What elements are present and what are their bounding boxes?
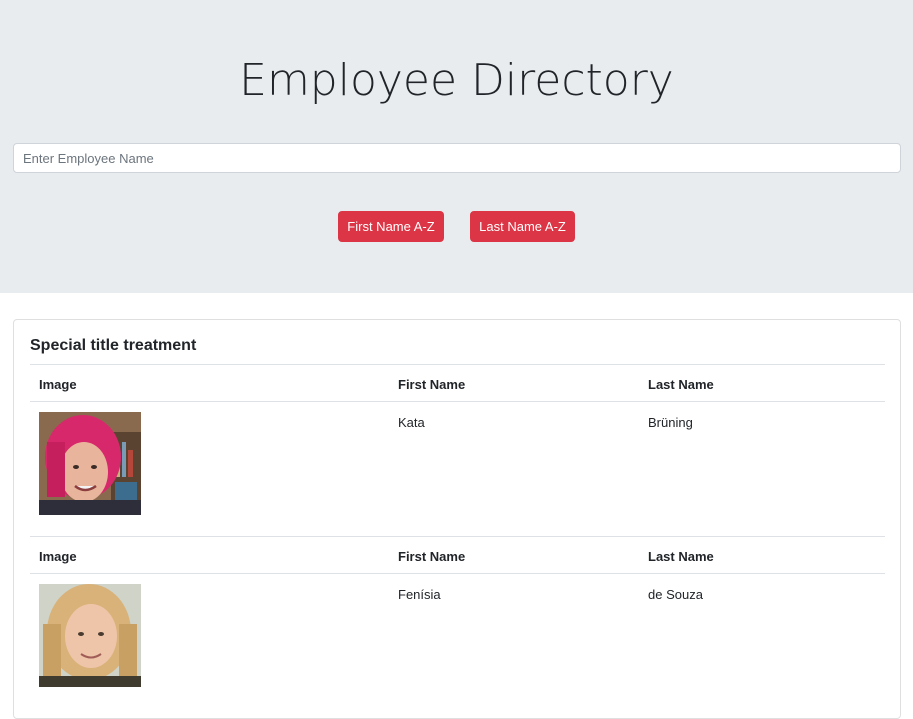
employee-photo <box>39 412 141 515</box>
employee-row: Image First Name Last Name Kata Brüning <box>30 364 885 536</box>
card-title: Special title treatment <box>30 337 197 354</box>
first-name-cell: Fenísia <box>398 587 441 602</box>
column-header-last-name: Last Name <box>648 549 714 564</box>
page-title: Employee Directory <box>239 55 674 106</box>
first-name-cell: Kata <box>398 415 425 430</box>
sort-last-name-button[interactable]: Last Name A-Z <box>470 211 575 242</box>
sort-first-name-button[interactable]: First Name A-Z <box>338 211 444 242</box>
column-header-first-name: First Name <box>398 549 466 564</box>
column-header-last-name: Last Name <box>648 377 714 392</box>
table-header-row: Image First Name Last Name <box>30 364 885 402</box>
employee-search-input[interactable] <box>13 143 901 173</box>
employee-card: Special title treatment Image First Name… <box>13 319 901 719</box>
column-header-image: Image <box>39 377 77 392</box>
employee-row: Image First Name Last Name Fenísia de So… <box>30 536 885 708</box>
last-name-cell: Brüning <box>648 415 693 430</box>
table-header-row: Image First Name Last Name <box>30 536 885 574</box>
column-header-first-name: First Name <box>398 377 466 392</box>
employee-photo <box>39 584 141 687</box>
employee-table: Image First Name Last Name Kata Brüning … <box>30 364 885 708</box>
last-name-cell: de Souza <box>648 587 703 602</box>
header-jumbotron: Employee Directory First Name A-Z Last N… <box>0 0 913 293</box>
column-header-image: Image <box>39 549 77 564</box>
